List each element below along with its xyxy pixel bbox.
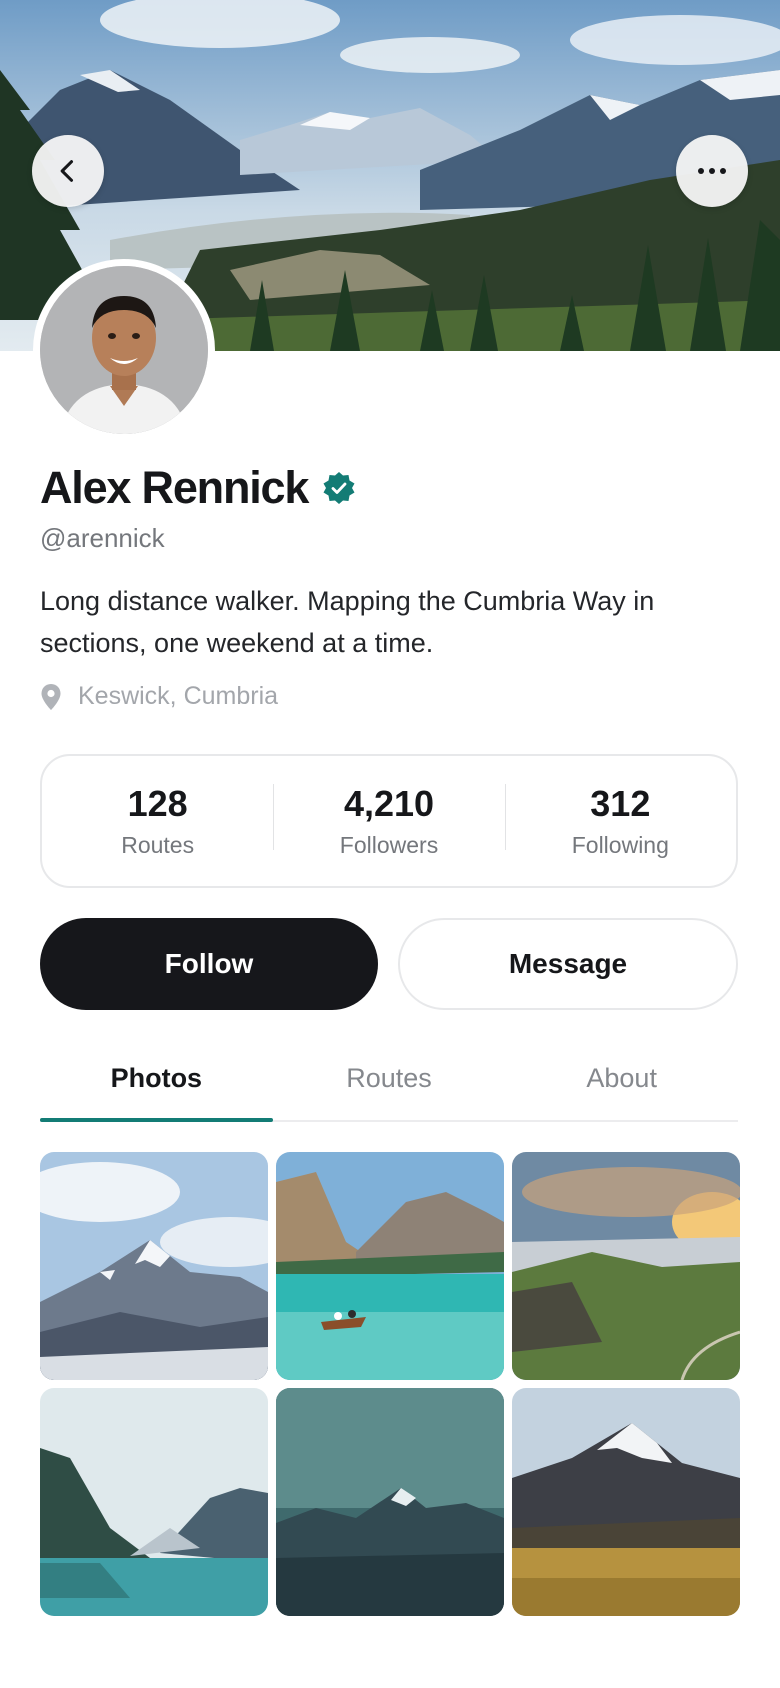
tab-routes[interactable]: Routes <box>273 1040 506 1120</box>
stat-label: Following <box>571 831 669 858</box>
stat-value: 4,210 <box>343 782 435 824</box>
back-button[interactable] <box>32 135 104 207</box>
photo-thumbnail[interactable] <box>276 1388 504 1616</box>
profile-stats-card: 128 Routes 4,210 Followers 312 Following <box>40 754 738 888</box>
photo-thumbnail[interactable] <box>512 1152 740 1380</box>
photo-thumbnail[interactable] <box>40 1388 268 1616</box>
profile-handle: @arennick <box>40 523 165 553</box>
stat-followers[interactable]: 4,210 Followers <box>273 782 504 859</box>
stat-label: Routes <box>121 831 195 858</box>
photo-thumbnail[interactable] <box>512 1388 740 1616</box>
profile-bio: Long distance walker. Mapping the Cumbri… <box>40 586 655 658</box>
tab-about[interactable]: About <box>505 1040 738 1120</box>
profile-name: Alex Rennick <box>40 462 309 513</box>
more-options-button[interactable] <box>676 135 748 207</box>
more-horizontal-icon <box>698 168 726 174</box>
message-button[interactable]: Message <box>398 918 738 1010</box>
verified-badge-icon <box>323 472 355 504</box>
photo-grid <box>40 1152 740 1616</box>
location-pin-icon <box>41 683 61 710</box>
stat-value: 128 <box>127 782 188 824</box>
profile-tabs: Photos Routes About <box>40 1040 738 1122</box>
stat-value: 312 <box>590 782 651 824</box>
photo-thumbnail[interactable] <box>276 1152 504 1380</box>
follow-button[interactable]: Follow <box>40 918 378 1010</box>
stat-following[interactable]: 312 Following <box>504 782 736 859</box>
tab-photos[interactable]: Photos <box>40 1040 273 1122</box>
profile-name-row: Alex Rennick <box>40 462 356 514</box>
profile-location: Keswick, Cumbria <box>40 682 278 711</box>
location-text: Keswick, Cumbria <box>78 682 279 710</box>
photo-thumbnail[interactable] <box>40 1152 268 1380</box>
stat-label: Followers <box>339 831 439 858</box>
stat-routes[interactable]: 128 Routes <box>42 782 273 859</box>
chevron-left-icon <box>60 160 74 182</box>
avatar[interactable] <box>40 266 208 434</box>
